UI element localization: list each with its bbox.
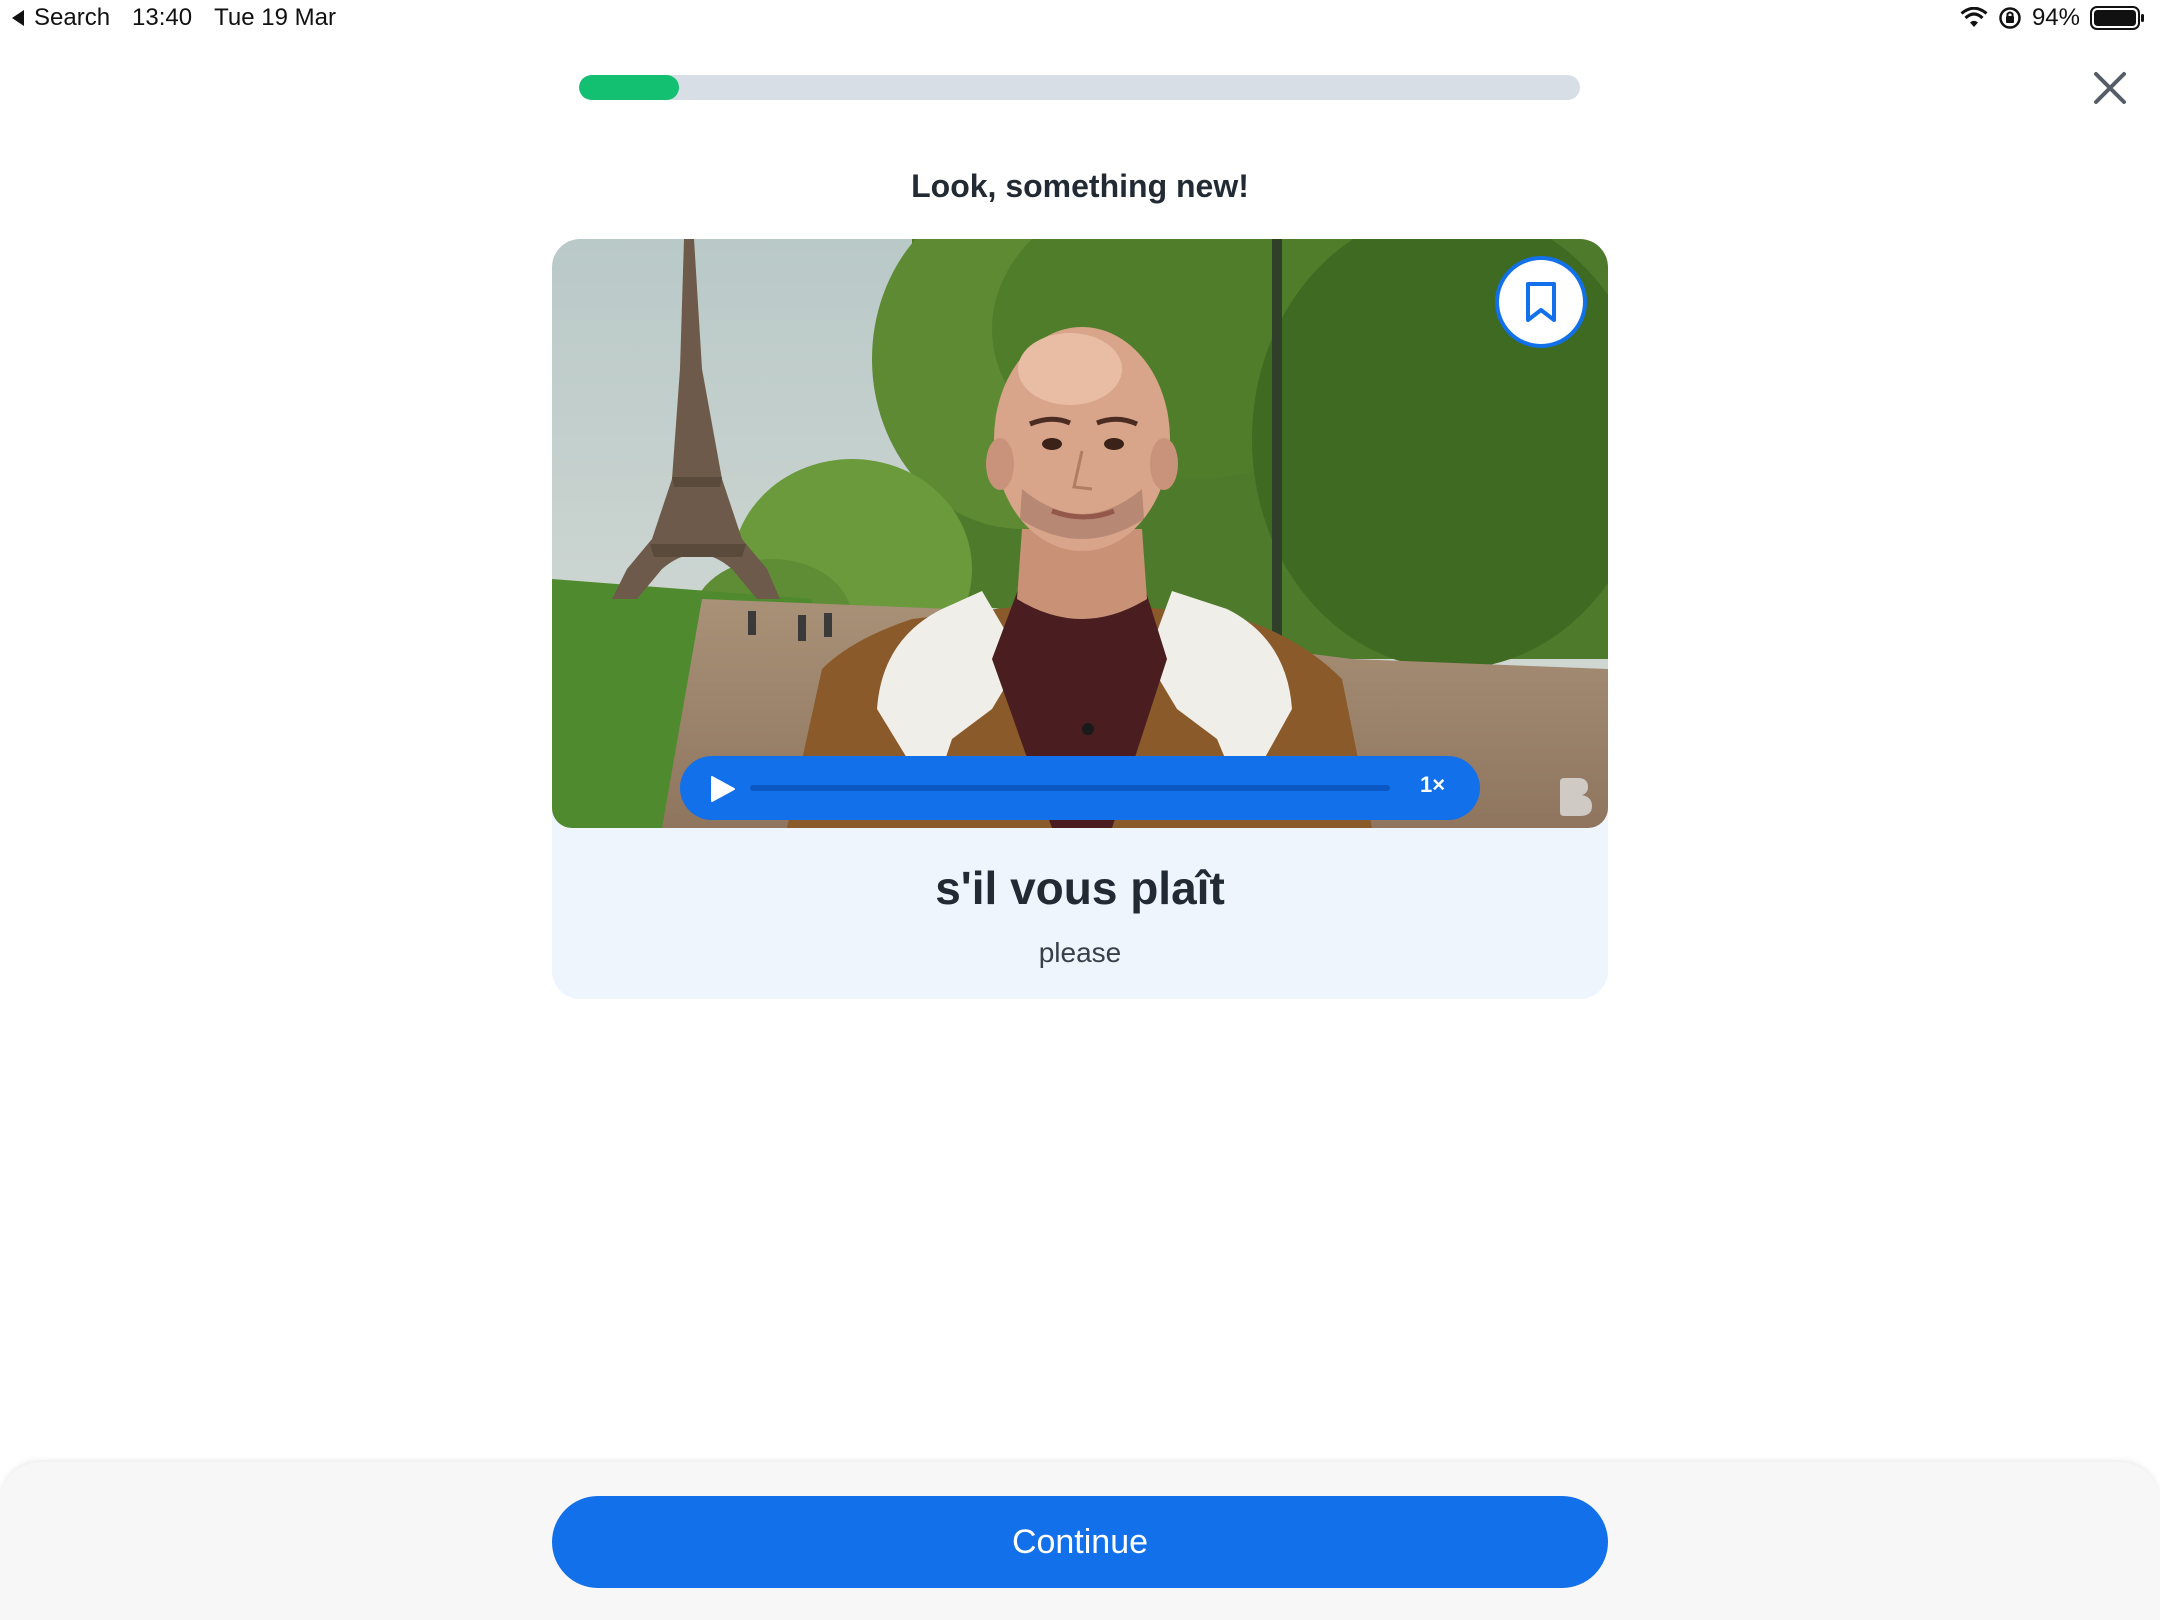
orientation-lock-icon bbox=[1999, 7, 2021, 29]
playback-speed-button[interactable]: 1× bbox=[1420, 772, 1445, 798]
bottom-action-sheet: Continue bbox=[0, 1462, 2160, 1620]
lesson-video[interactable]: 1× bbox=[552, 239, 1608, 828]
bookmark-button[interactable] bbox=[1495, 256, 1587, 348]
babbel-logo-icon bbox=[1560, 778, 1592, 816]
vocabulary-translation: please bbox=[1038, 937, 1122, 968]
vocabulary-card: 1× s'il vous plaît please bbox=[552, 239, 1608, 999]
status-bar: Search 13:40 Tue 19 Mar 94% bbox=[0, 0, 2160, 40]
video-frame-image bbox=[552, 239, 1608, 828]
back-arrow-icon[interactable] bbox=[12, 10, 24, 26]
video-seek-bar[interactable] bbox=[750, 785, 1390, 791]
play-icon[interactable] bbox=[708, 775, 736, 803]
lesson-progress-bar bbox=[579, 75, 1580, 100]
status-left: Search 13:40 Tue 19 Mar bbox=[12, 4, 336, 32]
bookmark-icon bbox=[1526, 282, 1556, 322]
video-player-controls: 1× bbox=[680, 756, 1480, 820]
status-time: 13:40 bbox=[132, 4, 193, 31]
wifi-icon bbox=[1960, 7, 1988, 27]
prompt-title: Look, something new! bbox=[911, 168, 1249, 204]
lesson-progress-fill bbox=[579, 75, 680, 100]
status-right: 94% bbox=[1960, 4, 2146, 32]
battery-percentage: 94% bbox=[2031, 4, 2080, 31]
status-date: Tue 19 Mar bbox=[214, 4, 336, 31]
vocabulary-word: s'il vous plaît bbox=[935, 862, 1225, 914]
close-icon[interactable] bbox=[2090, 68, 2130, 108]
battery-icon bbox=[2090, 6, 2144, 30]
continue-button[interactable]: Continue bbox=[552, 1496, 1608, 1588]
back-to-search-link[interactable]: Search bbox=[34, 4, 110, 32]
